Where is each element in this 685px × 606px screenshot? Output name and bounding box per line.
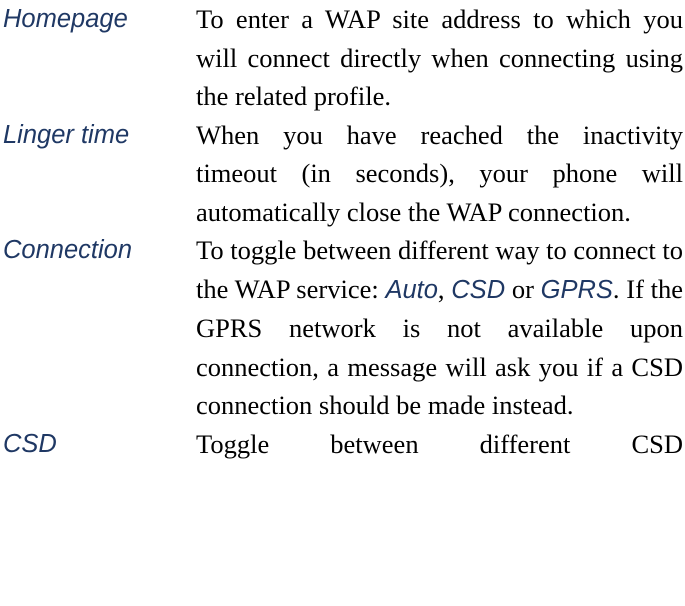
description-connection-text-2: or [505,273,541,304]
term-connection: Connection [3,236,133,264]
keyword-gprs: GPRS [540,275,613,304]
description-connection: To toggle between different way to conne… [196,231,685,425]
description-homepage: To enter a WAP site address to which you… [196,4,683,111]
term-csd: CSD [3,429,57,458]
term-linger-time: Linger time [3,120,130,149]
punctuation-after-auto: , [437,273,452,304]
keyword-csd: CSD [451,275,506,304]
definition-row: Homepage To enter a WAP site address to … [0,0,685,116]
keyword-auto: Auto [385,275,438,304]
definition-row: Connection To toggle between different w… [0,231,685,425]
definition-row: Linger time When you have reached the in… [0,116,685,232]
definition-row: CSD Toggle between different CSD [0,425,685,464]
document-page: Homepage To enter a WAP site address to … [0,0,685,606]
description-csd: Toggle between different CSD [196,428,683,459]
term-homepage: Homepage [3,5,128,33]
description-linger-time: When you have reached the inactivity tim… [196,119,683,227]
